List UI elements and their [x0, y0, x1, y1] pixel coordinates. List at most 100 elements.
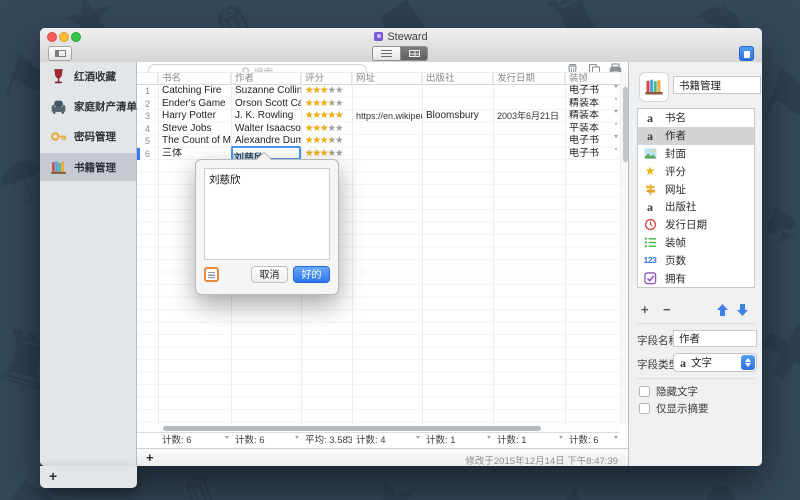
- cell-publisher[interactable]: [422, 98, 493, 111]
- table-row[interactable]: 3Harry PotterJ. K. Rowling★★★★★★★★★★http…: [137, 110, 620, 123]
- cell-url[interactable]: [352, 98, 422, 111]
- cell-publisher[interactable]: [422, 85, 493, 98]
- cell-binding[interactable]: 电子书: [565, 148, 620, 161]
- star-icon[interactable]: ★★: [328, 110, 336, 123]
- summary-cell[interactable]: 平均: 3.583: [301, 433, 352, 449]
- sidebar-item-books[interactable]: 书籍管理: [40, 153, 136, 181]
- move-field-down-button[interactable]: [737, 304, 748, 316]
- star-icon[interactable]: ★★: [313, 123, 321, 136]
- summary-only-checkbox-row[interactable]: 仅显示摘要: [639, 401, 709, 416]
- star-icon[interactable]: ★★: [320, 123, 328, 136]
- star-icon[interactable]: ★★: [305, 98, 313, 111]
- cell-author[interactable]: Orson Scott Card: [231, 98, 301, 111]
- field-item-release-date[interactable]: 发行日期: [638, 216, 754, 234]
- move-field-up-button[interactable]: [717, 304, 728, 316]
- summary-only-checkbox[interactable]: [639, 403, 650, 414]
- ok-button[interactable]: 好的: [293, 266, 330, 283]
- collection-name-input[interactable]: [673, 76, 761, 94]
- cell-release-date[interactable]: [493, 135, 565, 148]
- summary-cell[interactable]: 计数: 1: [422, 433, 493, 449]
- summary-cell[interactable]: 计数: 6: [158, 433, 231, 449]
- star-icon[interactable]: ★★: [320, 110, 328, 123]
- stepper-icon[interactable]: [610, 113, 618, 123]
- column-header-author[interactable]: 作者: [231, 73, 301, 84]
- rating-stars[interactable]: ★★★★★★★★★★: [301, 98, 352, 111]
- rating-stars[interactable]: ★★★★★★★★★★: [301, 85, 352, 98]
- column-header-title[interactable]: 书名: [158, 73, 231, 84]
- field-type-dropdown[interactable]: a 文字: [673, 353, 757, 372]
- star-icon[interactable]: ★★: [335, 123, 343, 136]
- summary-cell[interactable]: 计数: 1: [493, 433, 565, 449]
- stepper-icon[interactable]: [610, 125, 618, 135]
- hide-text-checkbox-row[interactable]: 隐藏文字: [639, 384, 698, 399]
- column-header-publisher[interactable]: 出版社: [422, 73, 493, 84]
- cell-binding[interactable]: 电子书: [565, 85, 620, 98]
- cell-publisher[interactable]: [422, 148, 493, 161]
- cell-title[interactable]: Harry Potter: [158, 110, 231, 123]
- cell-binding[interactable]: 精装本: [565, 110, 620, 123]
- stepper-icon[interactable]: [610, 100, 618, 110]
- toggle-sidebar-button[interactable]: [48, 46, 72, 61]
- summary-cell[interactable]: 计数: 6: [565, 433, 620, 449]
- cell-url[interactable]: [352, 148, 422, 161]
- cell-release-date[interactable]: [493, 85, 565, 98]
- star-icon[interactable]: ★★: [328, 135, 336, 148]
- row-number[interactable]: 5: [137, 135, 158, 148]
- row-number[interactable]: 6: [137, 148, 158, 161]
- star-icon[interactable]: ★★: [313, 135, 321, 148]
- add-collection-button[interactable]: +: [49, 468, 57, 484]
- row-number[interactable]: 1: [137, 85, 158, 98]
- list-view-button[interactable]: [373, 47, 401, 60]
- cell-title[interactable]: Ender's Game: [158, 98, 231, 111]
- summary-cell[interactable]: 计数: 4: [352, 433, 422, 449]
- popover-format-button[interactable]: [204, 267, 219, 282]
- field-item-cover[interactable]: 封面: [638, 145, 754, 163]
- rating-stars[interactable]: ★★★★★★★★★★: [301, 123, 352, 136]
- cell-release-date[interactable]: [493, 148, 565, 161]
- column-header-release-date[interactable]: 发行日期: [493, 73, 565, 84]
- star-icon[interactable]: ★★: [320, 135, 328, 148]
- cell-title[interactable]: Steve Jobs: [158, 123, 231, 136]
- horizontal-scrollbar-thumb[interactable]: [163, 426, 541, 431]
- cell-title[interactable]: Catching Fire: [158, 85, 231, 98]
- hide-text-checkbox[interactable]: [639, 386, 650, 397]
- vertical-scrollbar-thumb[interactable]: [623, 87, 628, 162]
- table-row[interactable]: 1Catching FireSuzanne Collins★★★★★★★★★★电…: [137, 85, 620, 98]
- summary-cell[interactable]: 计数: 6: [231, 433, 301, 449]
- field-item-rating[interactable]: ★评分: [638, 162, 754, 180]
- column-header-rating[interactable]: 评分: [301, 73, 352, 84]
- star-icon[interactable]: ★★: [320, 85, 328, 98]
- vertical-scrollbar[interactable]: [620, 72, 628, 424]
- star-icon[interactable]: ★★: [305, 123, 313, 136]
- cell-release-date[interactable]: [493, 123, 565, 136]
- cell-binding[interactable]: 精装本: [565, 98, 620, 111]
- stepper-icon[interactable]: [610, 150, 618, 160]
- star-icon[interactable]: ★★: [313, 110, 321, 123]
- add-record-button[interactable]: +: [146, 450, 154, 465]
- table-row[interactable]: 4Steve JobsWalter Isaacson★★★★★★★★★★平装本: [137, 123, 620, 136]
- star-icon[interactable]: ★★: [328, 98, 336, 111]
- star-icon[interactable]: ★★: [305, 135, 313, 148]
- stepper-icon[interactable]: [610, 88, 618, 98]
- cell-url[interactable]: [352, 123, 422, 136]
- cell-publisher[interactable]: Bloomsbury: [422, 110, 493, 123]
- star-icon[interactable]: ★★: [305, 85, 313, 98]
- table-view-button[interactable]: [401, 47, 428, 60]
- cell-author[interactable]: J. K. Rowling: [231, 110, 301, 123]
- star-icon[interactable]: ★★: [335, 110, 343, 123]
- cell-author[interactable]: Walter Isaacson: [231, 123, 301, 136]
- row-number[interactable]: 2: [137, 98, 158, 111]
- cell-release-date[interactable]: 2003年6月21日: [493, 110, 565, 123]
- column-header-binding[interactable]: 装帧: [565, 73, 620, 84]
- star-icon[interactable]: ★★: [335, 85, 343, 98]
- field-item-publisher[interactable]: a出版社: [638, 198, 754, 216]
- sidebar-item-passwords[interactable]: 密码管理: [40, 122, 136, 150]
- cell-title[interactable]: The Count of Monte...: [158, 135, 231, 148]
- cell-release-date[interactable]: [493, 98, 565, 111]
- horizontal-scrollbar[interactable]: [137, 425, 620, 432]
- cell-url[interactable]: [352, 85, 422, 98]
- star-icon[interactable]: ★★: [313, 85, 321, 98]
- cell-url[interactable]: https://en.wikipedia...: [352, 110, 422, 123]
- star-icon[interactable]: ★★: [320, 98, 328, 111]
- column-header-url[interactable]: 网址: [352, 73, 422, 84]
